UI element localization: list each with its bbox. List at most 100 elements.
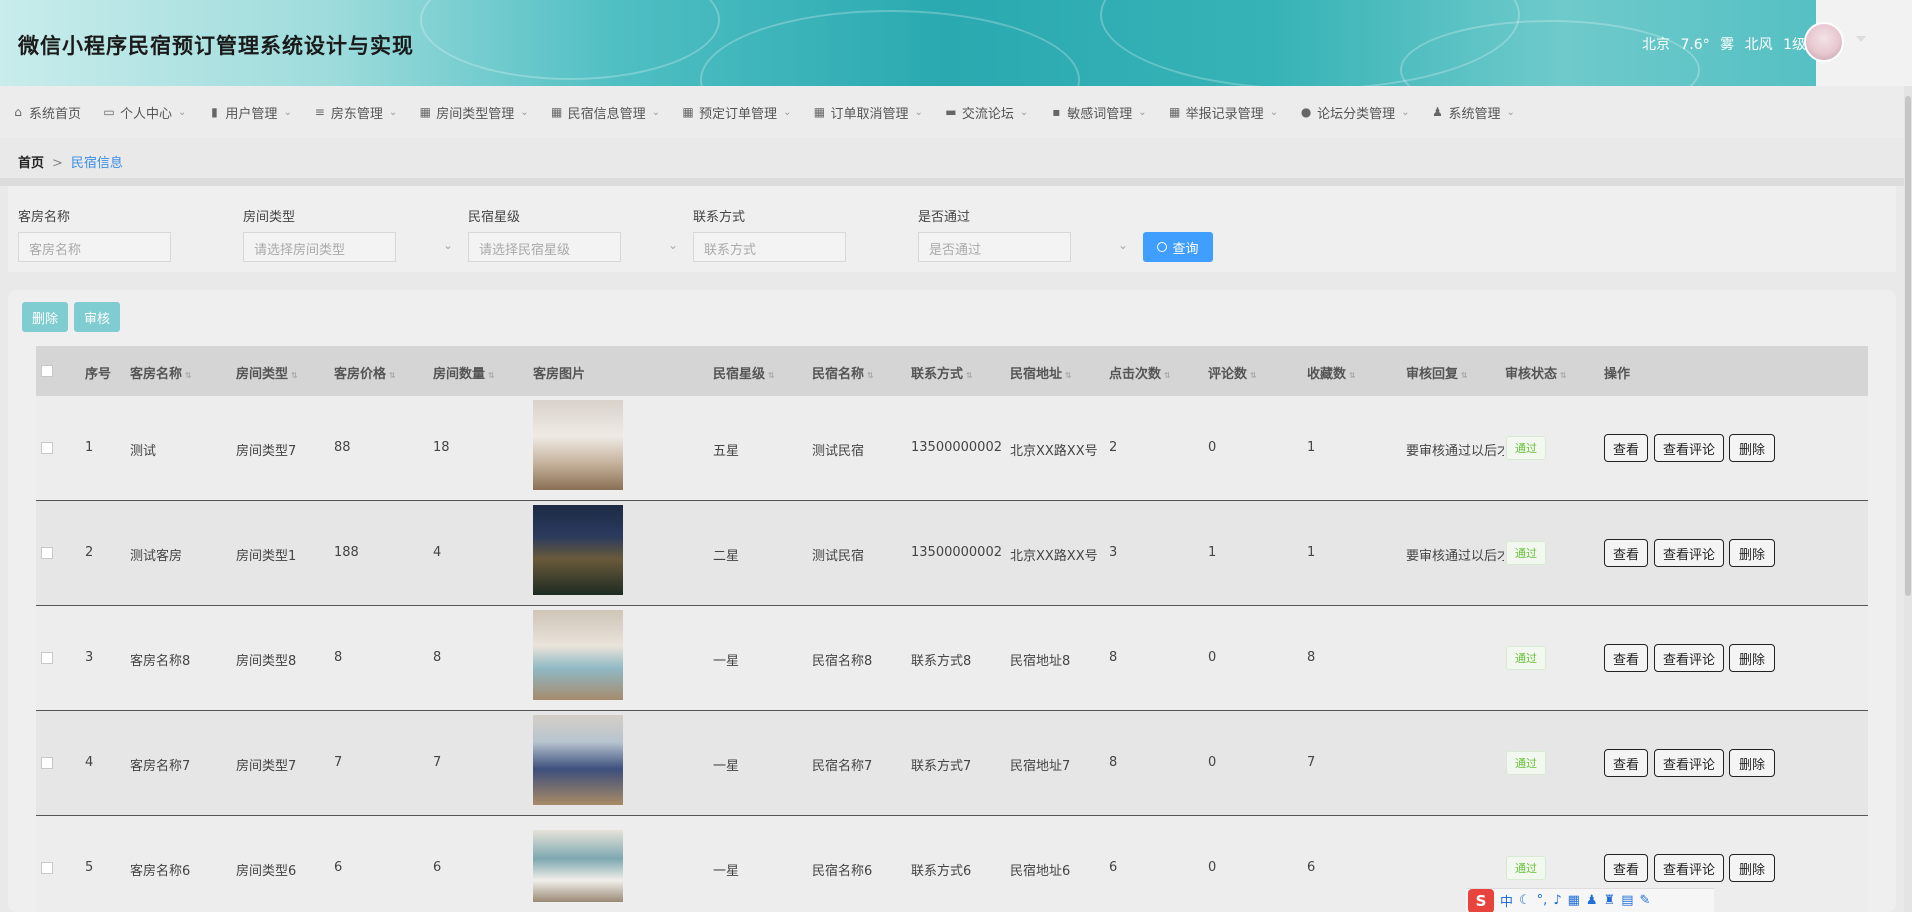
cell-star: 二星	[713, 549, 740, 564]
query-button[interactable]: 查询	[1143, 232, 1213, 262]
col-room-type[interactable]: 房间类型 ⇅	[236, 363, 298, 382]
row-checkbox[interactable]	[41, 652, 53, 664]
view-comments-button[interactable]: 查看评论	[1654, 434, 1724, 462]
star-select[interactable]: 请选择民宿星级	[468, 232, 621, 262]
chevron-down-icon: ⌄	[668, 238, 679, 252]
col-clicks[interactable]: 点击次数 ⇅	[1109, 363, 1171, 382]
cell-qty: 4	[433, 545, 442, 560]
cell-no: 2	[85, 545, 94, 560]
row-checkbox[interactable]	[41, 442, 53, 454]
chevron-down-icon: ⌄	[1401, 106, 1410, 118]
row-checkbox[interactable]	[41, 757, 53, 769]
col-qty[interactable]: 房间数量 ⇅	[433, 363, 495, 382]
tools-icon[interactable]: ✎	[1640, 893, 1651, 908]
view-button[interactable]: 查看	[1604, 854, 1648, 882]
cell-room-name: 客房名称7	[130, 759, 191, 774]
nav-item-booking-orders[interactable]: ▦ 预定订单管理 ⌄	[682, 103, 791, 122]
delete-button[interactable]: 删除	[1729, 434, 1775, 462]
nav-item-forum-categories[interactable]: ● 论坛分类管理 ⌄	[1300, 103, 1410, 122]
delete-button[interactable]: 删除	[1729, 644, 1775, 672]
col-homestay[interactable]: 民宿名称 ⇅	[812, 363, 874, 382]
room-name-input[interactable]: 客房名称	[18, 232, 171, 262]
punctuation-icon[interactable]: °,	[1537, 893, 1548, 908]
room-image[interactable]	[533, 400, 623, 490]
page-scrollbar[interactable]	[1904, 86, 1912, 912]
col-status[interactable]: 审核状态 ⇅	[1505, 363, 1567, 382]
cell-clicks: 2	[1109, 440, 1118, 455]
room-image[interactable]	[533, 610, 623, 700]
nav-item-users[interactable]: ▮ 用户管理 ⌄	[208, 103, 292, 122]
batch-delete-button[interactable]: 删除	[22, 302, 68, 332]
col-contact[interactable]: 联系方式 ⇅	[911, 363, 973, 382]
view-comments-button[interactable]: 查看评论	[1654, 539, 1724, 567]
room-image[interactable]	[533, 830, 623, 902]
select-all-checkbox[interactable]	[41, 365, 53, 377]
delete-button[interactable]: 删除	[1729, 749, 1775, 777]
status-badge: 通过	[1506, 436, 1546, 460]
delete-button[interactable]: 删除	[1729, 539, 1775, 567]
room-image[interactable]	[533, 505, 623, 595]
nav-item-room-types[interactable]: ▦ 房间类型管理 ⌄	[419, 103, 529, 122]
delete-button[interactable]: 删除	[1729, 854, 1775, 882]
view-comments-button[interactable]: 查看评论	[1654, 854, 1724, 882]
home-icon: ⌂	[14, 105, 22, 119]
col-comments[interactable]: 评论数 ⇅	[1208, 363, 1257, 382]
user-icon[interactable]: ♟	[1586, 893, 1598, 908]
cell-comments: 0	[1208, 650, 1217, 665]
view-button[interactable]: 查看	[1604, 434, 1648, 462]
chevron-down-icon: ⌄	[783, 106, 792, 118]
contact-input[interactable]: 联系方式	[693, 232, 846, 262]
cell-contact: 联系方式8	[911, 654, 972, 669]
cell-homestay: 测试民宿	[812, 549, 865, 564]
shirt-icon[interactable]: ♜	[1604, 893, 1616, 908]
top-nav: ⌂ 系统首页 ▭ 个人中心 ⌄ ▮ 用户管理 ⌄ ≡ 房东管理 ⌄ ▦ 房间类型管理 ⌄ ▦ 民宿信…	[0, 86, 1912, 138]
chevron-down-icon[interactable]	[1856, 36, 1866, 42]
moon-icon[interactable]: ☾	[1519, 893, 1531, 908]
nav-item-sensitive-words[interactable]: ▪ 敏感词管理 ⌄	[1050, 103, 1146, 122]
nav-item-reports[interactable]: ▦ 举报记录管理 ⌄	[1169, 103, 1278, 122]
ime-mode[interactable]: 中	[1500, 891, 1513, 910]
cell-contact: 联系方式7	[911, 759, 972, 774]
room-type-select[interactable]: 请选择房间类型	[243, 232, 396, 262]
review-button[interactable]: 审核	[74, 302, 120, 332]
col-room-name[interactable]: 客房名称 ⇅	[130, 363, 192, 382]
nav-item-system[interactable]: ♟ 系统管理 ⌄	[1431, 103, 1515, 122]
col-address[interactable]: 民宿地址 ⇅	[1010, 363, 1072, 382]
nav-item-home[interactable]: ⌂ 系统首页	[12, 103, 81, 122]
cell-star: 一星	[713, 759, 740, 774]
nav-item-profile[interactable]: ▭ 个人中心 ⌄	[103, 103, 186, 122]
nav-item-homestay-info[interactable]: ▦ 民宿信息管理 ⌄	[551, 103, 660, 122]
cell-homestay: 民宿名称7	[812, 759, 873, 774]
scrollbar-thumb[interactable]	[1905, 96, 1911, 596]
col-reply[interactable]: 审核回复 ⇅	[1406, 363, 1468, 382]
col-price[interactable]: 客房价格 ⇅	[334, 363, 396, 382]
col-favs[interactable]: 收藏数 ⇅	[1307, 363, 1356, 382]
view-button[interactable]: 查看	[1604, 644, 1648, 672]
col-star[interactable]: 民宿星级 ⇅	[713, 363, 775, 382]
nav-item-order-cancel[interactable]: ▦ 订单取消管理 ⌄	[813, 103, 923, 122]
keyboard-icon[interactable]: ▦	[1568, 893, 1580, 908]
table-row: 2 测试客房 房间类型1 188 4 二星 测试民宿 13500000002 北…	[36, 501, 1868, 606]
view-comments-button[interactable]: 查看评论	[1654, 644, 1724, 672]
view-comments-button[interactable]: 查看评论	[1654, 749, 1724, 777]
view-button[interactable]: 查看	[1604, 539, 1648, 567]
chevron-down-icon: ⌄	[443, 238, 454, 252]
row-checkbox[interactable]	[41, 862, 53, 874]
view-button[interactable]: 查看	[1604, 749, 1648, 777]
cell-room-type: 房间类型6	[236, 864, 297, 879]
grid-icon[interactable]: ▤	[1621, 893, 1633, 908]
microphone-icon[interactable]: ♪	[1553, 893, 1561, 908]
col-image: 客房图片	[533, 367, 586, 382]
avatar[interactable]	[1804, 22, 1844, 62]
nav-item-landlords[interactable]: ≡ 房东管理 ⌄	[314, 103, 397, 122]
approved-field: 是否通过 是否通过 ⌄	[918, 186, 1128, 262]
row-checkbox[interactable]	[41, 547, 53, 559]
weather-temp: 7.6°	[1680, 37, 1710, 53]
cell-favs: 1	[1307, 440, 1316, 455]
room-image[interactable]	[533, 715, 623, 805]
cell-homestay: 民宿名称8	[812, 654, 873, 669]
breadcrumb-home[interactable]: 首页	[18, 156, 44, 171]
nav-item-forum[interactable]: ▬ 交流论坛 ⌄	[945, 103, 1028, 122]
ime-logo[interactable]: S	[1468, 888, 1494, 912]
approved-select[interactable]: 是否通过	[918, 232, 1071, 262]
